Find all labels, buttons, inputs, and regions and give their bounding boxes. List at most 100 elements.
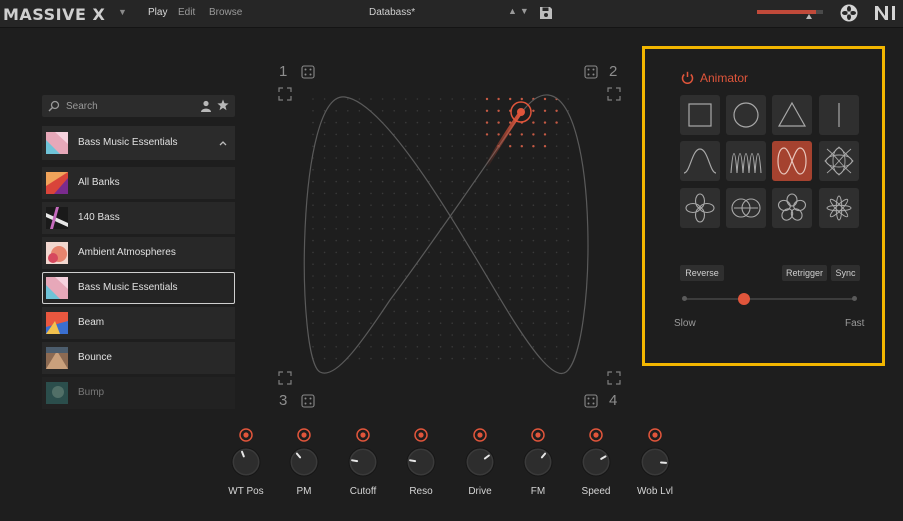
shape-flower-button[interactable] (772, 188, 812, 228)
pad-corner-3-expand-icon[interactable] (278, 371, 292, 385)
macro-knob[interactable] (581, 447, 611, 477)
pad-dot (358, 216, 361, 218)
xy-cursor-core (517, 108, 525, 116)
macro-link-icon[interactable] (239, 428, 253, 442)
pad-dot (416, 251, 419, 254)
macro-knob[interactable] (523, 447, 553, 477)
pad-dot (416, 346, 419, 348)
pad-dot (312, 298, 314, 301)
pad-dot (532, 121, 535, 124)
macro-link-icon[interactable] (473, 428, 487, 442)
pad-dot (521, 192, 523, 195)
pad-dot (347, 263, 349, 266)
macro-knob[interactable] (289, 447, 319, 477)
pad-dot (347, 204, 349, 206)
shape-lissajous-button[interactable] (819, 141, 859, 181)
pad-dot (474, 121, 477, 124)
speed-max-label: Fast (845, 318, 865, 329)
pad-dot (463, 204, 465, 206)
pad-dot (347, 169, 349, 171)
pad-dot (358, 263, 361, 266)
pad-corner-2-expand-icon[interactable] (607, 87, 621, 101)
pad-dot (347, 133, 349, 136)
shape-sine-button[interactable] (680, 141, 720, 181)
pad-dot (439, 204, 442, 206)
pad-dot (381, 133, 384, 136)
pad-dot (555, 275, 558, 277)
pad-dot (567, 98, 569, 100)
pad-dot (323, 121, 326, 124)
pad-dot (370, 251, 372, 254)
shape-triangle-button[interactable] (772, 95, 812, 135)
macro-link-icon[interactable] (589, 428, 603, 442)
macro-knob[interactable] (465, 447, 495, 477)
pad-dot (497, 346, 500, 348)
shape-zigzag-button[interactable] (726, 141, 766, 181)
pad-dot (555, 169, 558, 171)
shape-figure-eight-button[interactable] (772, 141, 812, 181)
pad-dot (312, 145, 314, 147)
pad-dot (312, 287, 314, 289)
macro-link-icon[interactable] (356, 428, 370, 442)
pad-dot (312, 133, 314, 136)
pad-dot (555, 192, 558, 195)
shape-square-button[interactable] (680, 95, 720, 135)
macro-link-icon[interactable] (297, 428, 311, 442)
pad-corner-4-dice-icon[interactable] (584, 394, 598, 408)
sync-button[interactable]: Sync (831, 265, 860, 281)
animator-power-icon[interactable] (681, 71, 694, 84)
macro-knob[interactable] (406, 447, 436, 477)
pad-dot (474, 322, 477, 325)
pad-corner-1-dice-icon[interactable] (301, 65, 315, 79)
pad-dot (532, 275, 535, 277)
pad-dot (347, 110, 349, 112)
macro-link-icon[interactable] (414, 428, 428, 442)
pad-dot (405, 228, 407, 230)
pad-dot (567, 357, 569, 360)
pad-dot (451, 275, 454, 277)
macro-knob[interactable] (231, 447, 261, 477)
shape-circle-button[interactable] (726, 95, 766, 135)
pad-dot (312, 169, 314, 171)
pad-dot (555, 251, 558, 254)
pad-dot (497, 275, 500, 277)
pad-dot (347, 228, 349, 230)
pad-dot (358, 157, 361, 159)
pad-dot (393, 192, 396, 195)
shape-line-button[interactable] (819, 95, 859, 135)
pad-dot (381, 322, 384, 325)
pad-dot (509, 180, 512, 183)
pad-dot (405, 275, 407, 277)
shape-four-petal-button[interactable] (680, 188, 720, 228)
pad-dot (428, 98, 430, 100)
pad-corner-1-expand-icon[interactable] (278, 87, 292, 101)
pad-dot (323, 145, 326, 147)
pad-dot (323, 169, 326, 171)
pad-dot (463, 110, 465, 112)
pad-corner-4-expand-icon[interactable] (607, 371, 621, 385)
pad-dot (567, 180, 569, 183)
macro-knob[interactable] (640, 447, 670, 477)
pad-corner-2-dice-icon[interactable] (584, 65, 598, 79)
pad-corner-3-dice-icon[interactable] (301, 394, 315, 408)
macro-knob[interactable] (348, 447, 378, 477)
shape-star-button[interactable] (819, 188, 859, 228)
reverse-button[interactable]: Reverse (680, 265, 724, 281)
pad-dot (532, 204, 535, 206)
macro-link-icon[interactable] (648, 428, 662, 442)
pad-dot (312, 216, 314, 218)
pad-dot (393, 334, 396, 336)
pad-dot (567, 275, 569, 277)
pad-dot (544, 310, 546, 313)
pad-dot (428, 322, 430, 325)
retrigger-button[interactable]: Retrigger (782, 265, 827, 281)
pad-dot (428, 216, 430, 218)
pad-dot (393, 110, 396, 112)
four-petal-shape-icon (685, 193, 715, 223)
shape-two-circles-button[interactable] (726, 188, 766, 228)
speed-slider-track[interactable] (684, 298, 856, 300)
pad-dot (405, 180, 407, 183)
pad-dot (393, 121, 396, 124)
pad-dot (521, 169, 523, 171)
macro-link-icon[interactable] (531, 428, 545, 442)
